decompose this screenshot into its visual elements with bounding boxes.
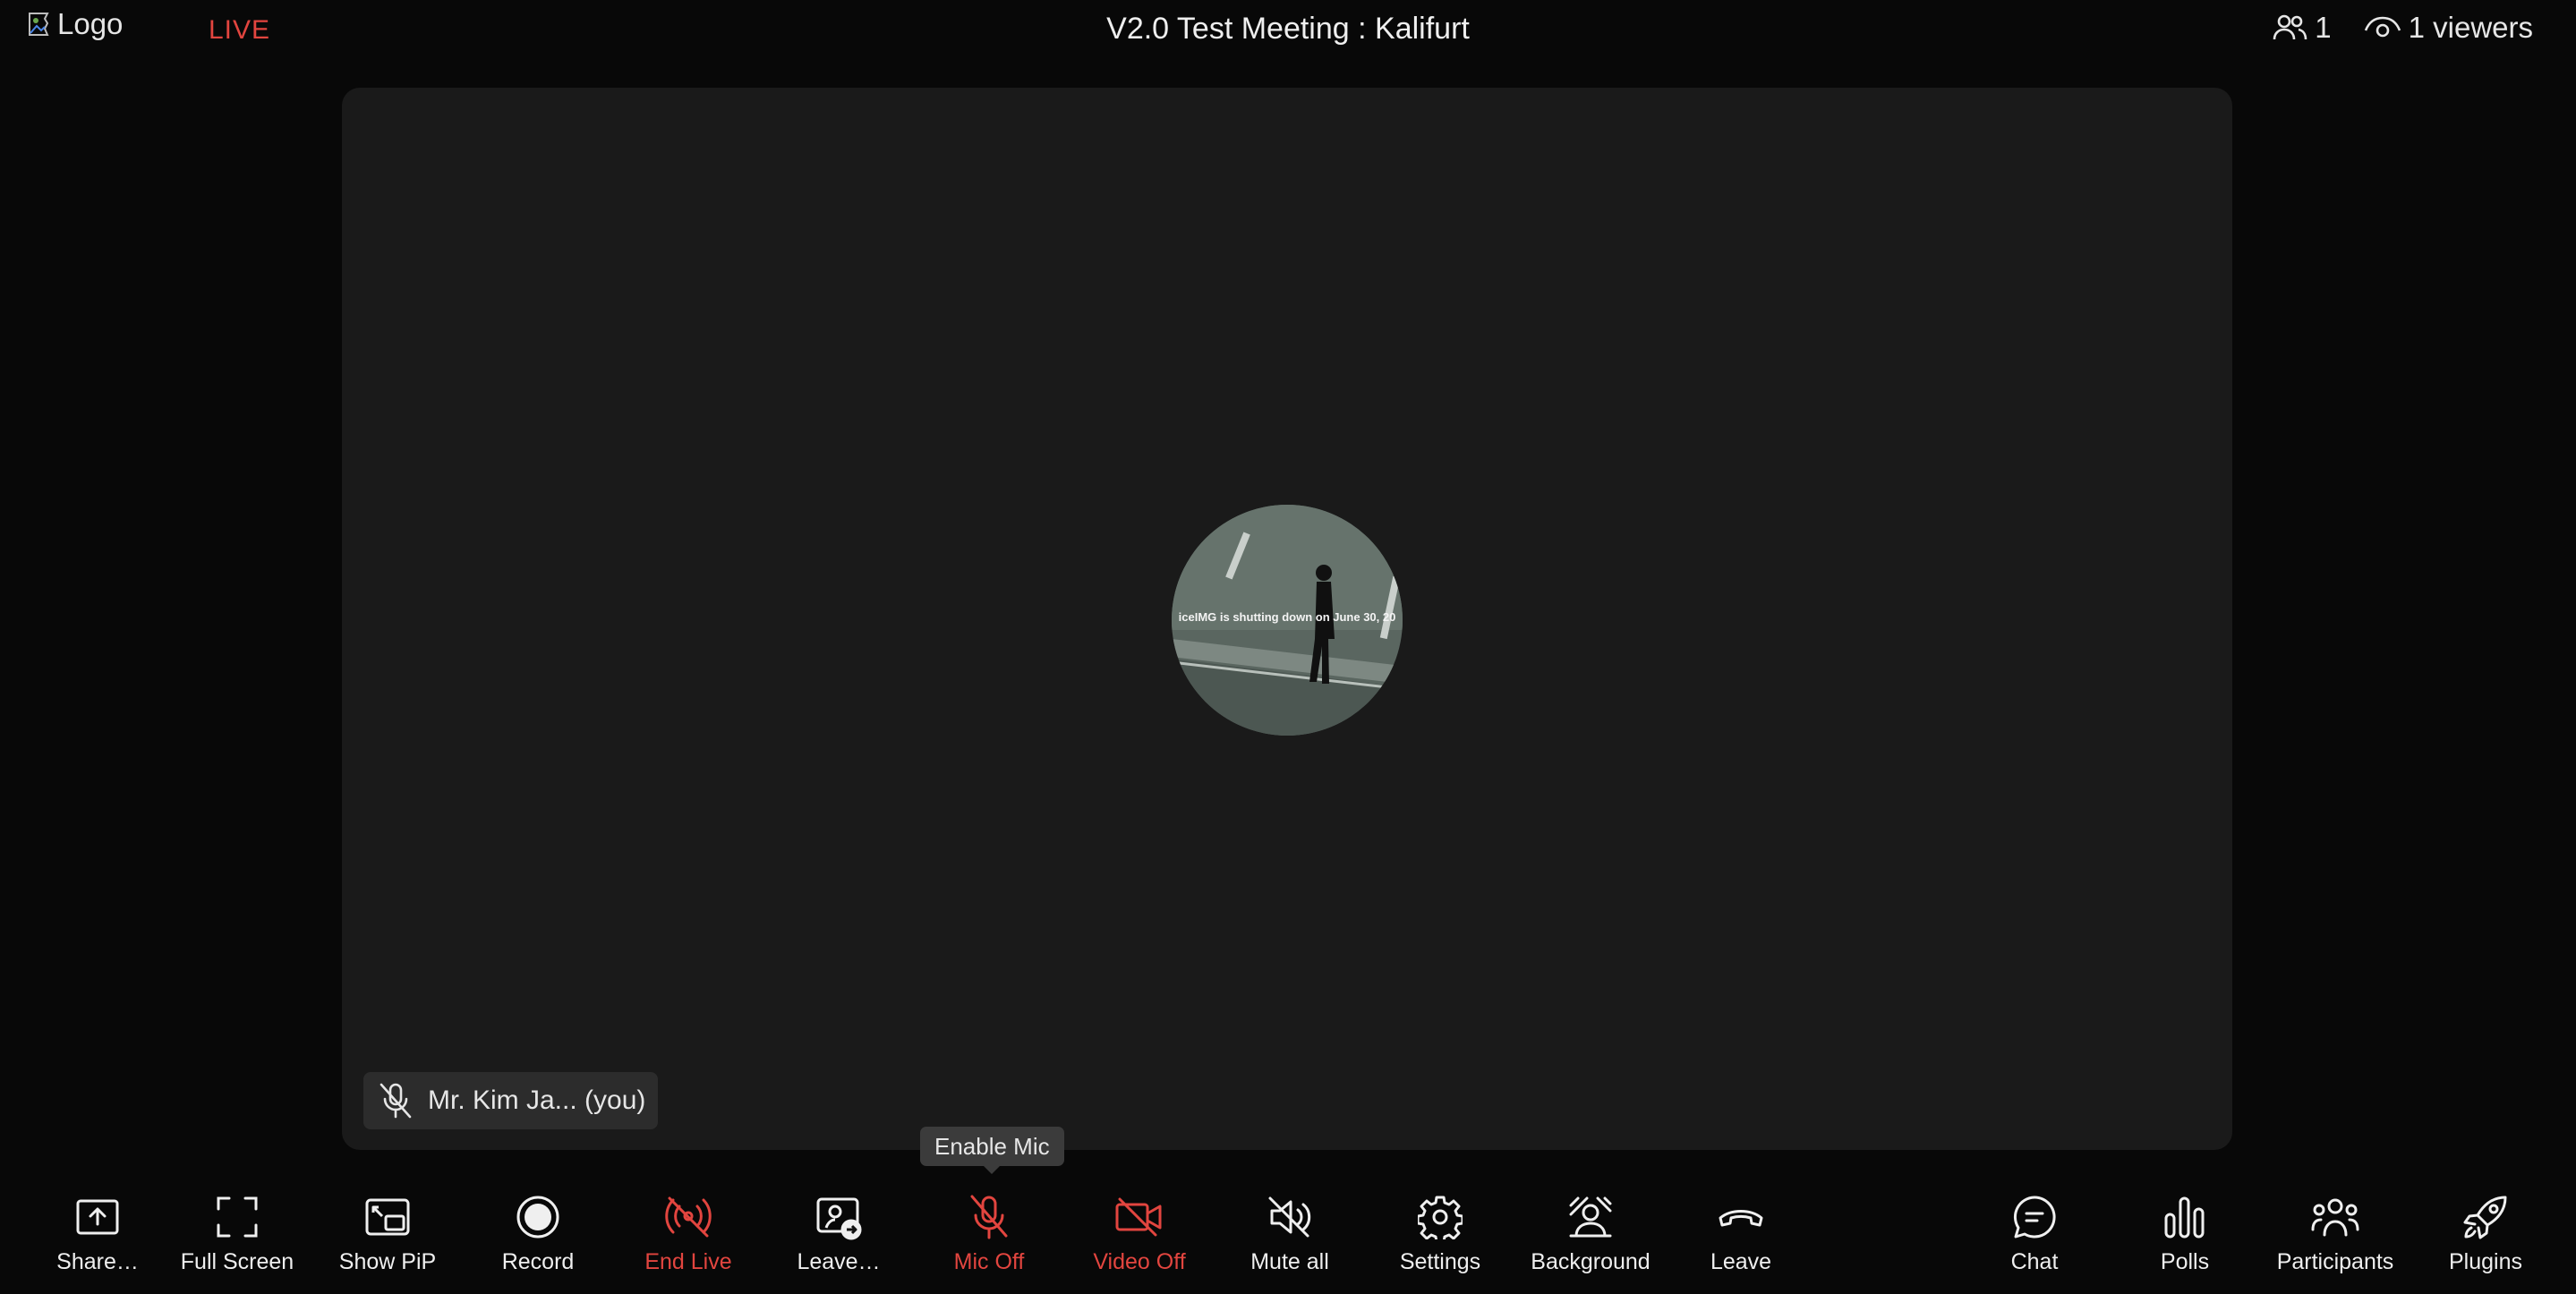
enable-mic-tooltip: Enable Mic bbox=[920, 1127, 1064, 1174]
leave-stage-label: Leave… bbox=[797, 1249, 881, 1274]
share-label: Share… bbox=[56, 1249, 139, 1274]
pip-icon bbox=[365, 1198, 410, 1236]
self-name-label: Mr. Kim Ja... (you) bbox=[428, 1085, 646, 1115]
participants-label: Participants bbox=[2276, 1249, 2394, 1274]
polls-label: Polls bbox=[2160, 1249, 2210, 1274]
plugins-label: Plugins bbox=[2449, 1249, 2522, 1274]
leave-label: Leave bbox=[1710, 1249, 1772, 1274]
hang-up-icon bbox=[1719, 1210, 1763, 1227]
mic-off-icon bbox=[970, 1195, 1008, 1239]
leave-button[interactable]: Leave bbox=[1674, 1174, 1808, 1294]
poll-chart-icon bbox=[2164, 1196, 2205, 1239]
viewer-count: 1 viewers bbox=[2364, 11, 2533, 45]
chat-button[interactable]: Chat bbox=[1967, 1174, 2102, 1294]
video-off-label: Video Off bbox=[1093, 1249, 1186, 1274]
self-name-tag: Mr. Kim Ja... (you) bbox=[363, 1072, 659, 1129]
people-group-icon bbox=[2311, 1198, 2359, 1237]
background-button[interactable]: Background bbox=[1523, 1174, 1658, 1294]
end-live-label: End Live bbox=[644, 1249, 732, 1274]
participant-count: 1 bbox=[2272, 11, 2332, 45]
record-button[interactable]: Record bbox=[471, 1174, 605, 1294]
full-screen-label: Full Screen bbox=[180, 1249, 294, 1274]
chat-icon bbox=[2013, 1196, 2056, 1239]
background-label: Background bbox=[1531, 1249, 1651, 1274]
leave-stage-icon bbox=[816, 1197, 862, 1240]
settings-label: Settings bbox=[1399, 1249, 1481, 1274]
participants-icon bbox=[2273, 14, 2307, 40]
meeting-title: V2.0 Test Meeting : Kalifurt bbox=[1106, 12, 1470, 46]
video-stage: iceIMG is shutting down on June 30, 20 M… bbox=[342, 88, 2232, 1150]
share-button[interactable]: Share… bbox=[30, 1174, 165, 1294]
show-pip-button[interactable]: Show PiP bbox=[320, 1174, 455, 1294]
participant-count-value: 1 bbox=[2315, 11, 2332, 44]
record-icon bbox=[516, 1196, 559, 1239]
settings-button[interactable]: Settings bbox=[1373, 1174, 1507, 1294]
chat-label: Chat bbox=[2010, 1249, 2059, 1274]
fullscreen-icon bbox=[217, 1196, 258, 1238]
mute-all-button[interactable]: Mute all bbox=[1223, 1174, 1357, 1294]
mic-off-label: Mic Off bbox=[953, 1249, 1025, 1274]
gear-icon bbox=[1418, 1196, 1463, 1239]
full-screen-button[interactable]: Full Screen bbox=[170, 1174, 304, 1294]
video-off-icon bbox=[1115, 1197, 1162, 1237]
video-off-button[interactable]: Video Off bbox=[1072, 1174, 1207, 1294]
mic-off-button[interactable]: Mic Off bbox=[922, 1174, 1056, 1294]
background-icon bbox=[1569, 1196, 1612, 1238]
plugins-button[interactable]: Plugins bbox=[2418, 1174, 2553, 1294]
rocket-icon bbox=[2463, 1196, 2507, 1239]
eye-icon bbox=[2364, 16, 2401, 38]
top-bar: Logo LIVE V2.0 Test Meeting : Kalifurt 1… bbox=[0, 0, 2576, 63]
participant-avatar: iceIMG is shutting down on June 30, 20 bbox=[1172, 505, 1403, 736]
leave-stage-button[interactable]: Leave… bbox=[772, 1174, 906, 1294]
upload-icon bbox=[76, 1199, 119, 1235]
avatar-overlay-text: iceIMG is shutting down on June 30, 20 bbox=[1178, 610, 1396, 624]
participants-button[interactable]: Participants bbox=[2268, 1174, 2402, 1294]
controls-toolbar: Share… Full Screen Show PiP Record End L… bbox=[0, 1174, 2576, 1294]
broadcast-off-icon bbox=[665, 1196, 712, 1238]
speaker-mute-icon bbox=[1268, 1196, 1311, 1238]
end-live-button[interactable]: End Live bbox=[621, 1174, 755, 1294]
show-pip-label: Show PiP bbox=[338, 1249, 437, 1274]
mute-all-label: Mute all bbox=[1250, 1249, 1329, 1274]
meeting-counts: 1 1 viewers bbox=[2272, 11, 2533, 45]
viewer-count-label: 1 viewers bbox=[2408, 11, 2533, 44]
record-label: Record bbox=[501, 1249, 575, 1274]
mic-off-icon bbox=[380, 1083, 412, 1119]
polls-button[interactable]: Polls bbox=[2118, 1174, 2252, 1294]
